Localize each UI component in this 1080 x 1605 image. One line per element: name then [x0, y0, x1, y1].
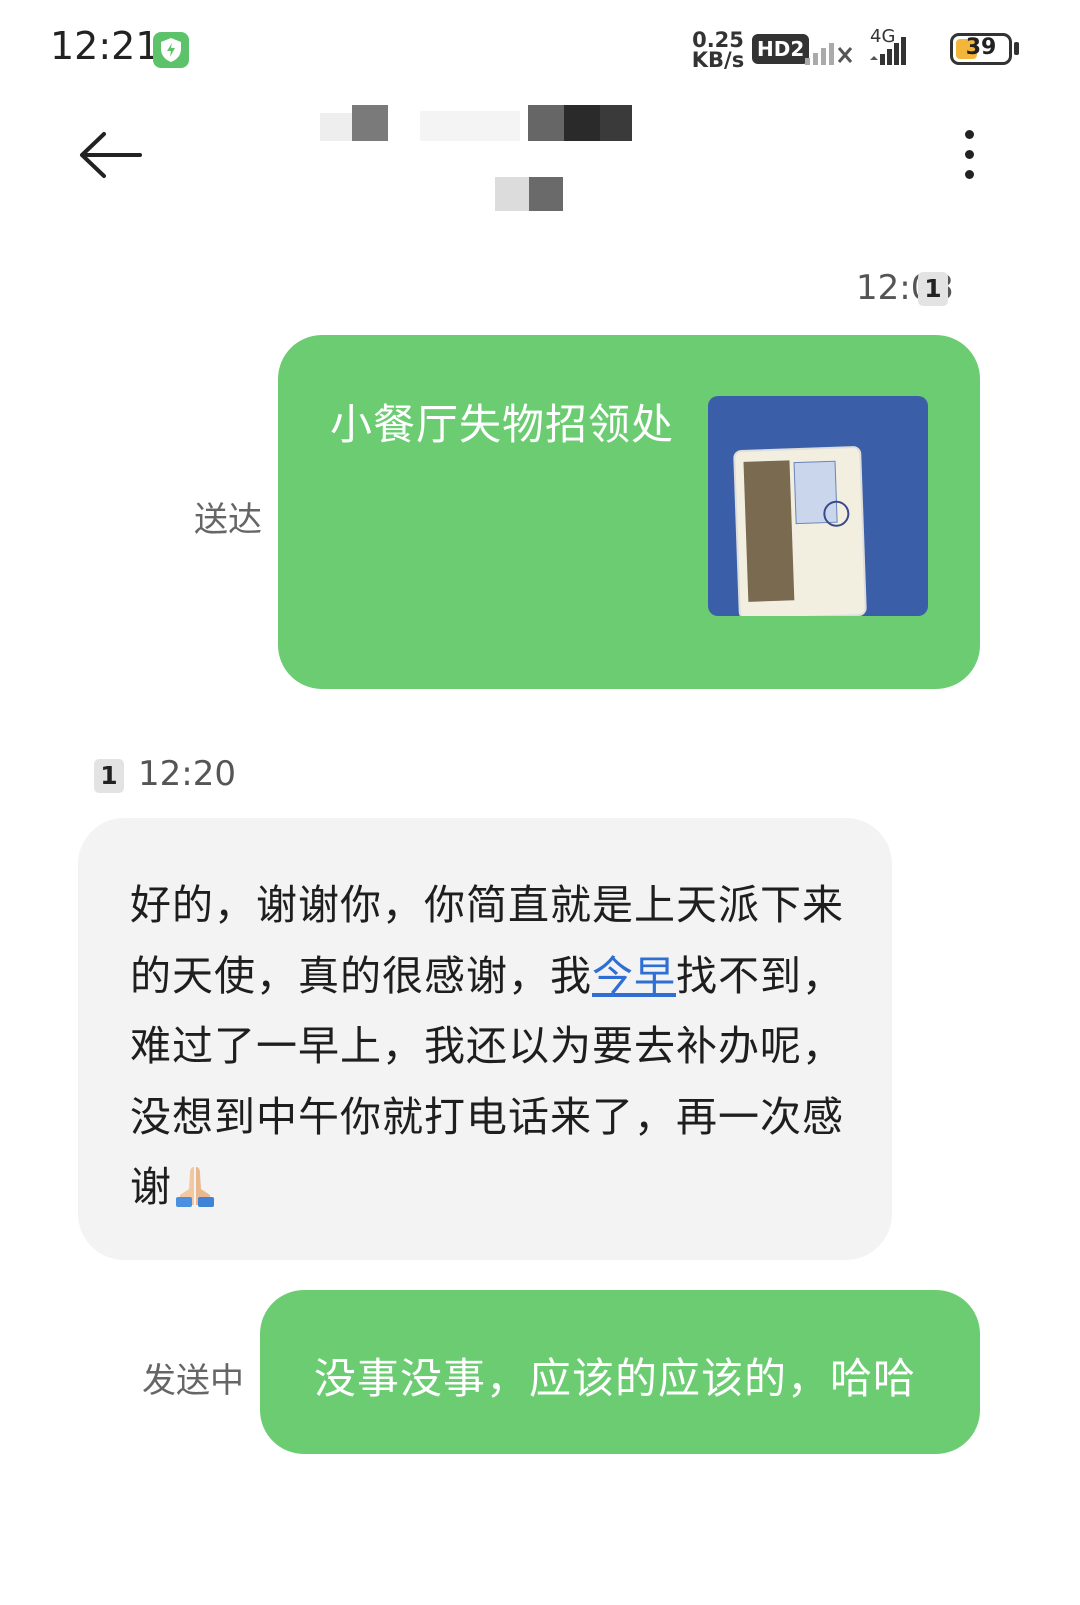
- incoming-message-bubble[interactable]: 好的，谢谢你，你简直就是上天派下来的天使，真的很感谢，我今早找不到，难过了一早上…: [78, 818, 892, 1260]
- status-time: 12:21: [50, 24, 160, 68]
- message-text: 好的，谢谢你，你简直就是上天派下来的天使，真的很感谢，我今早找不到，难过了一早上…: [130, 870, 850, 1223]
- battery-tip: [1014, 42, 1019, 55]
- signal-strength-icon: [870, 37, 906, 65]
- outgoing-message-bubble[interactable]: 小餐厅失物招领处: [278, 335, 980, 689]
- battery-percent: 39: [965, 35, 997, 60]
- message-status-delivered: 送达: [194, 500, 262, 540]
- message-text: 小餐厅失物招领处: [330, 400, 675, 449]
- incoming-timestamp-row: 1 12:20: [94, 754, 236, 794]
- sim-card-badge: 1: [918, 272, 948, 306]
- folded-hands-emoji-icon: [176, 1167, 214, 1207]
- card-photo-area: [743, 460, 795, 602]
- contact-name-redacted: [320, 105, 750, 215]
- message-text: 没事没事，应该的应该的，哈哈: [314, 1354, 917, 1403]
- student-card-photo: [733, 445, 867, 616]
- back-arrow-icon[interactable]: [76, 128, 146, 182]
- sim-card-badge: 1: [94, 758, 124, 793]
- security-shield-icon: [153, 32, 189, 68]
- message-status-sending: 发送中: [142, 1361, 244, 1401]
- card-seal: [822, 500, 850, 528]
- network-speed-value: 0.25: [692, 28, 744, 52]
- date-link[interactable]: 今早: [592, 952, 676, 1000]
- network-speed-unit: KB/s: [691, 48, 745, 72]
- message-timestamp: 12:20: [138, 754, 236, 794]
- signal-no-service-icon: [805, 43, 853, 65]
- attached-image-thumbnail[interactable]: [708, 396, 928, 616]
- outgoing-message-bubble[interactable]: 没事没事，应该的应该的，哈哈: [260, 1290, 980, 1454]
- battery-icon: 39: [950, 33, 1012, 65]
- hd-voice-badge: HD2: [752, 34, 810, 64]
- network-speed: 0.25 KB/s: [690, 28, 746, 72]
- more-options-icon[interactable]: [960, 130, 978, 190]
